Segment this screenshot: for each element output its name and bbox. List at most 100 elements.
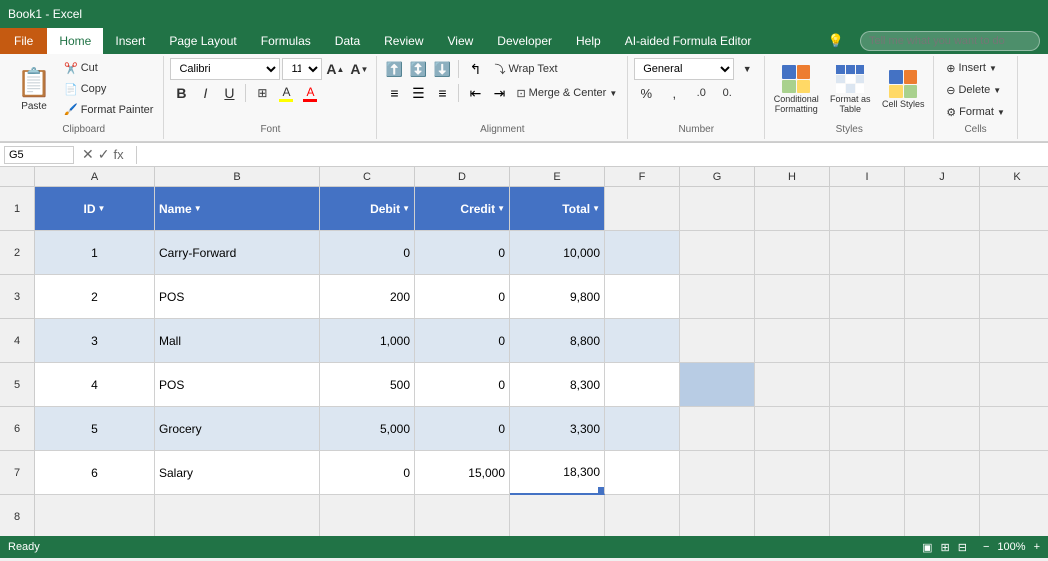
text-direction-btn[interactable]: ↰	[464, 58, 486, 80]
header-total[interactable]: Total ▼	[510, 187, 605, 231]
search-input[interactable]	[860, 31, 1040, 51]
menu-home[interactable]: Home	[47, 28, 103, 54]
cell-j2[interactable]	[905, 231, 980, 275]
cell-c8[interactable]	[320, 495, 415, 536]
number-format-dropdown[interactable]: ▼	[736, 58, 758, 80]
border-btn[interactable]: ⊞	[251, 82, 273, 104]
format-painter-button[interactable]: 🖌️ Format Painter	[60, 99, 157, 120]
cell-g4[interactable]	[680, 319, 755, 363]
cancel-formula-btn[interactable]: ✕	[82, 146, 94, 163]
cell-d8[interactable]	[415, 495, 510, 536]
cell-k5[interactable]	[980, 363, 1048, 407]
number-format-select[interactable]: General	[634, 58, 734, 80]
cell-d2[interactable]: 0	[415, 231, 510, 275]
decrease-indent-btn[interactable]: ⇤	[464, 82, 486, 104]
cell-c6[interactable]: 5,000	[320, 407, 415, 451]
header-j[interactable]	[905, 187, 980, 231]
format-cells-btn[interactable]: ⚙ Format ▼	[940, 102, 1011, 122]
bold-btn[interactable]: B	[170, 82, 192, 104]
cell-i2[interactable]	[830, 231, 905, 275]
cell-h3[interactable]	[755, 275, 830, 319]
header-credit[interactable]: Credit ▼	[415, 187, 510, 231]
cell-g6[interactable]	[680, 407, 755, 451]
cell-i4[interactable]	[830, 319, 905, 363]
header-h[interactable]	[755, 187, 830, 231]
cell-f8[interactable]	[605, 495, 680, 536]
align-right-btn[interactable]: ≡	[431, 82, 453, 104]
confirm-formula-btn[interactable]: ✓	[98, 146, 110, 163]
underline-btn[interactable]: U	[218, 82, 240, 104]
cell-k7[interactable]	[980, 451, 1048, 495]
menu-insert[interactable]: Insert	[103, 28, 157, 54]
cell-c3[interactable]: 200	[320, 275, 415, 319]
zoom-out-btn[interactable]: −	[983, 541, 989, 553]
col-header-f[interactable]: F	[605, 167, 680, 187]
increase-font-btn[interactable]: A▲	[324, 58, 346, 80]
font-name-select[interactable]: Calibri	[170, 58, 280, 80]
cell-e7[interactable]: 18,300	[510, 451, 605, 495]
id-dropdown-arrow[interactable]: ▼	[98, 204, 106, 213]
col-header-d[interactable]: D	[415, 167, 510, 187]
col-header-g[interactable]: G	[680, 167, 755, 187]
cell-f4[interactable]	[605, 319, 680, 363]
cell-e8[interactable]	[510, 495, 605, 536]
header-i[interactable]	[830, 187, 905, 231]
cell-k4[interactable]	[980, 319, 1048, 363]
cell-h6[interactable]	[755, 407, 830, 451]
menu-data[interactable]: Data	[323, 28, 372, 54]
cell-g3[interactable]	[680, 275, 755, 319]
align-middle-btn[interactable]: ↕️	[407, 58, 429, 80]
cell-j6[interactable]	[905, 407, 980, 451]
cell-a4[interactable]: 3	[35, 319, 155, 363]
cell-e6[interactable]: 3,300	[510, 407, 605, 451]
cell-styles-btn[interactable]: Cell Styles	[879, 59, 927, 121]
total-dropdown-arrow[interactable]: ▼	[592, 204, 600, 213]
menu-help[interactable]: Help	[564, 28, 613, 54]
cell-c2[interactable]: 0	[320, 231, 415, 275]
insert-cells-btn[interactable]: ⊕ Insert ▼	[940, 58, 1003, 78]
menu-formulas[interactable]: Formulas	[249, 28, 323, 54]
cell-e5[interactable]: 8,300	[510, 363, 605, 407]
header-f[interactable]	[605, 187, 680, 231]
cell-f3[interactable]	[605, 275, 680, 319]
normal-view-btn[interactable]: ▣	[922, 541, 932, 554]
fill-color-btn[interactable]: A	[275, 82, 297, 104]
formula-input[interactable]	[145, 146, 1044, 164]
format-table-btn[interactable]: Format as Table	[825, 59, 875, 121]
align-left-btn[interactable]: ≡	[383, 82, 405, 104]
col-header-b[interactable]: B	[155, 167, 320, 187]
cell-j8[interactable]	[905, 495, 980, 536]
cell-b8[interactable]	[155, 495, 320, 536]
cell-g8[interactable]	[680, 495, 755, 536]
cell-g2[interactable]	[680, 231, 755, 275]
col-header-h[interactable]: H	[755, 167, 830, 187]
cell-g7[interactable]	[680, 451, 755, 495]
menu-page-layout[interactable]: Page Layout	[157, 28, 248, 54]
cell-k3[interactable]	[980, 275, 1048, 319]
cell-a6[interactable]: 5	[35, 407, 155, 451]
cell-j5[interactable]	[905, 363, 980, 407]
cell-a3[interactable]: 2	[35, 275, 155, 319]
cell-f2[interactable]	[605, 231, 680, 275]
header-id[interactable]: ID ▼	[35, 187, 155, 231]
insert-function-btn[interactable]: fx	[113, 147, 123, 162]
cell-j3[interactable]	[905, 275, 980, 319]
cell-f7[interactable]	[605, 451, 680, 495]
decrease-font-btn[interactable]: A▼	[348, 58, 370, 80]
cell-a8[interactable]	[35, 495, 155, 536]
col-header-e[interactable]: E	[510, 167, 605, 187]
cell-c5[interactable]: 500	[320, 363, 415, 407]
cell-i7[interactable]	[830, 451, 905, 495]
cell-i8[interactable]	[830, 495, 905, 536]
cell-k8[interactable]	[980, 495, 1048, 536]
cell-h5[interactable]	[755, 363, 830, 407]
col-header-j[interactable]: J	[905, 167, 980, 187]
paste-button[interactable]: 📋 Paste	[10, 58, 58, 120]
cell-b5[interactable]: POS	[155, 363, 320, 407]
col-header-c[interactable]: C	[320, 167, 415, 187]
cell-k6[interactable]	[980, 407, 1048, 451]
menu-ai[interactable]: AI-aided Formula Editor	[613, 28, 764, 54]
cell-b3[interactable]: POS	[155, 275, 320, 319]
italic-btn[interactable]: I	[194, 82, 216, 104]
conditional-formatting-btn[interactable]: Conditional Formatting	[771, 59, 821, 121]
